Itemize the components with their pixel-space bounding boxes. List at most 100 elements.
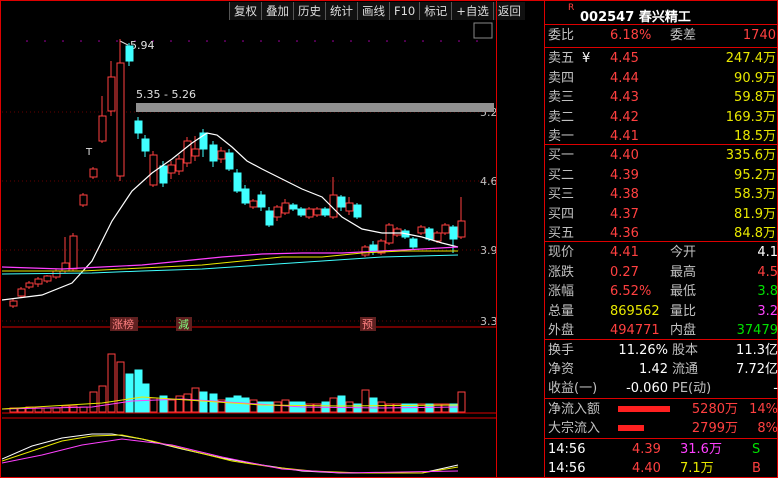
fin-row: 换手 11.26% 股本 11.3亿 xyxy=(548,341,778,360)
bid-row: 买二 4.39 95.2万 xyxy=(548,166,778,185)
volume-bar xyxy=(43,407,52,413)
volume-bar xyxy=(265,401,274,413)
quote-row: 涨跌 0.27 最高 4.5 xyxy=(548,263,778,282)
fin-label: 流通 xyxy=(672,362,699,377)
bid-label: 买二 xyxy=(548,167,575,183)
flow-label: 大宗流入 xyxy=(548,421,601,436)
quote-value: 3.2 xyxy=(757,303,778,319)
bid-price: 4.37 xyxy=(610,206,639,222)
quote-label: 涨跌 xyxy=(548,264,575,280)
toolbar-button[interactable]: 叠加 xyxy=(261,2,293,20)
indicator-line xyxy=(2,438,459,474)
volume-bar xyxy=(79,406,88,413)
bid-row: 买三 4.38 58.3万 xyxy=(548,185,778,204)
tick-price: 4.39 xyxy=(632,442,661,457)
ask-price: 4.45 xyxy=(610,51,639,66)
toolbar-button[interactable]: F10 xyxy=(389,2,420,20)
grid-dot xyxy=(80,40,82,42)
volume-bar xyxy=(241,397,250,413)
candle xyxy=(361,246,370,256)
toolbar-button[interactable]: 历史 xyxy=(293,2,325,20)
bid-price: 4.39 xyxy=(610,167,639,183)
bid-volume: 335.6万 xyxy=(725,148,776,163)
grid-dot xyxy=(332,40,334,42)
flow-bar xyxy=(618,406,670,412)
volume-bar xyxy=(199,391,208,413)
candle xyxy=(425,228,434,240)
order-ratio-row: 委比 6.18% 委差 1740 xyxy=(548,26,778,45)
tick-row: 14:56 4.39 31.6万 S xyxy=(548,440,778,459)
panel-frame xyxy=(473,22,493,39)
grid-dot xyxy=(440,40,442,42)
volume-bar xyxy=(225,397,234,413)
quote-value: 4.41 xyxy=(610,245,639,260)
ask-row: 卖二 4.42 169.3万 xyxy=(548,108,778,127)
candle xyxy=(225,152,234,170)
fin-row: 收益(一) -0.060 PE(动) - xyxy=(548,379,778,398)
toolbar-button[interactable]: 统计 xyxy=(325,2,357,20)
divider xyxy=(544,339,778,340)
candle xyxy=(449,226,458,240)
grid-dot xyxy=(62,40,64,42)
grid-dot xyxy=(422,40,424,42)
candle xyxy=(134,120,143,134)
volume-bar xyxy=(98,385,107,413)
fin-label: 净资 xyxy=(548,362,575,377)
ask-volume: 169.3万 xyxy=(725,109,776,125)
high-label: 5.94 xyxy=(130,39,155,52)
diff-label: 委差 xyxy=(670,28,697,43)
quote-label: 最高 xyxy=(670,264,697,280)
ask-price: 4.43 xyxy=(610,90,639,106)
candle xyxy=(233,172,242,192)
toolbar-button[interactable]: 画线 xyxy=(357,2,389,20)
volume-bar xyxy=(377,401,386,413)
quote-label: 量比 xyxy=(670,303,697,319)
volume-bar xyxy=(369,397,378,413)
ask-label: 卖四 xyxy=(548,70,575,86)
bid-price: 4.40 xyxy=(610,148,639,163)
ask-price: 4.42 xyxy=(610,109,639,125)
fin-label: 股本 xyxy=(672,343,699,358)
toolbar-button[interactable]: 复权 xyxy=(229,2,261,20)
toolbar-button[interactable]: 返回 xyxy=(492,2,525,20)
toolbar-button[interactable]: 标记 xyxy=(419,2,452,20)
divider xyxy=(544,241,778,242)
volume-bar xyxy=(249,399,258,413)
candle xyxy=(305,208,314,218)
volume-bar xyxy=(175,395,184,413)
quote-value: 0.27 xyxy=(610,264,639,280)
candle xyxy=(159,165,168,184)
candle xyxy=(441,224,450,234)
bid-volume: 95.2万 xyxy=(734,167,776,183)
candle xyxy=(257,194,266,208)
toolbar-button[interactable]: +自选 xyxy=(451,2,493,20)
candle xyxy=(297,208,306,216)
candle xyxy=(98,115,107,142)
volume-bar xyxy=(457,391,466,413)
stock-code: 002547 春兴精工 xyxy=(580,10,691,25)
candle xyxy=(273,206,282,218)
kline-chart[interactable]: 5.284.623.963.302000010000X10080.0050.00… xyxy=(2,21,496,476)
grid-dot xyxy=(188,40,190,42)
quote-value: 869562 xyxy=(610,303,660,319)
fin-value: -0.060 xyxy=(626,381,668,396)
range-label: 5.35 - 5.26 xyxy=(136,88,196,101)
quote-label: 涨幅 xyxy=(548,284,575,299)
tick-row: 14:56 4.40 7.1万 B xyxy=(548,459,778,478)
ratio-label: 委比 xyxy=(548,28,575,43)
grid-dot xyxy=(404,40,406,42)
tick-time: 14:56 xyxy=(548,442,586,457)
quote-value: 4.1 xyxy=(757,245,778,260)
candle xyxy=(191,148,200,157)
fin-row: 净资 1.42 流通 7.72亿 xyxy=(548,360,778,379)
candle xyxy=(89,168,98,178)
fin-label: 收益(一) xyxy=(548,381,598,396)
candle xyxy=(141,138,150,152)
flow-percent: 8% xyxy=(757,421,778,436)
grid-dot xyxy=(476,40,478,42)
tick-time: 14:56 xyxy=(548,461,586,476)
grid-dot xyxy=(206,40,208,42)
volume-bar xyxy=(345,401,354,413)
tick-volume: 31.6万 xyxy=(680,442,722,457)
candle xyxy=(69,235,78,270)
